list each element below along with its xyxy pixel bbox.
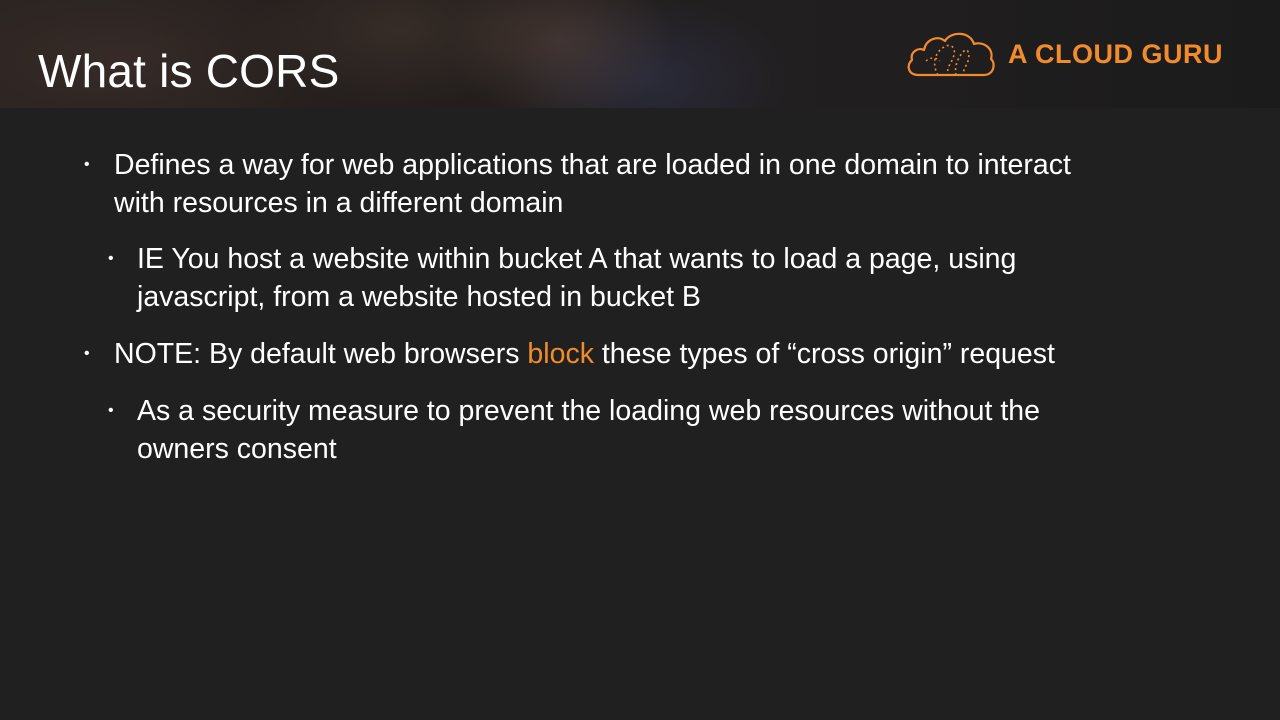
slide: What is CORS A CLOUD GURU • Defines a wa… xyxy=(0,0,1280,720)
bullet-text-line: As a security measure to prevent the loa… xyxy=(137,395,1040,427)
header-banner: What is CORS A CLOUD GURU xyxy=(0,0,1280,108)
list-item: • NOTE: By default web browsers block th… xyxy=(84,335,1224,373)
list-item: • As a security measure to prevent the l… xyxy=(108,392,1197,468)
highlight-word: block xyxy=(527,338,594,370)
cloud-logo-icon xyxy=(907,32,995,77)
bullet-point-icon: • xyxy=(108,250,114,267)
list-item: • Defines a way for web applications tha… xyxy=(84,146,1224,222)
bullet-text-line: javascript, from a website hosted in buc… xyxy=(137,281,701,313)
brand-logo: A CLOUD GURU xyxy=(904,26,1223,82)
bullet-point-icon: • xyxy=(108,402,114,419)
bullet-text: these types of “cross origin” request xyxy=(593,338,1055,370)
bullet-text-line: IE You host a website within bucket A th… xyxy=(137,243,1017,275)
list-item: • IE You host a website within bucket A … xyxy=(108,240,1197,316)
page-title: What is CORS xyxy=(38,45,340,97)
brand-name: A CLOUD GURU xyxy=(1008,39,1223,69)
bullet-text-line: owners consent xyxy=(137,433,337,465)
bullet-point-icon: • xyxy=(84,345,90,362)
bullet-text-line: with resources in a different domain xyxy=(114,187,564,219)
bullet-text-line: Defines a way for web applications that … xyxy=(114,149,1071,181)
bullet-text: NOTE: By default web browsers xyxy=(114,338,528,370)
bullet-point-icon: • xyxy=(84,156,90,173)
